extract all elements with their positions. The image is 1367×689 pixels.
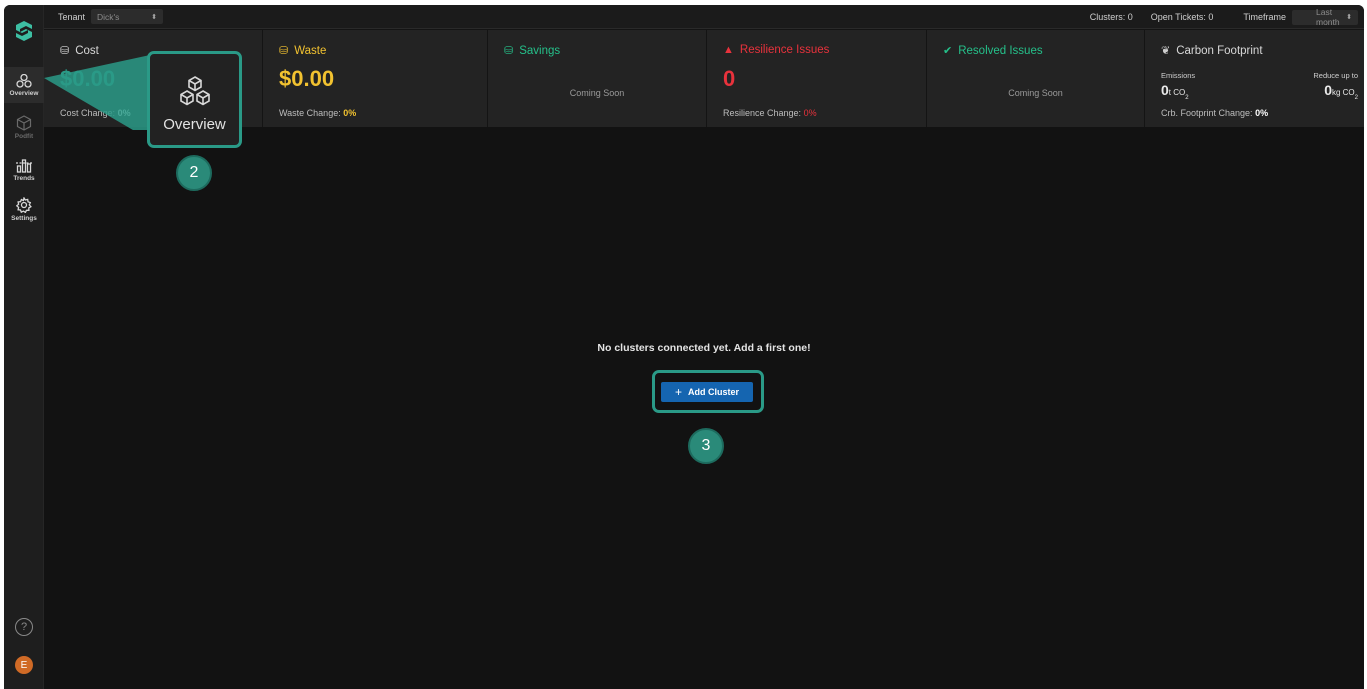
top-bar: Tenant Dick's ⬍ Clusters: 0 Open Tickets… xyxy=(44,5,1364,29)
card-title: ⛁ Waste xyxy=(279,44,327,58)
change-value: 0% xyxy=(1255,108,1269,118)
leaf-icon: ❦ xyxy=(1161,45,1171,57)
waste-change: Waste Change: 0% xyxy=(279,108,356,118)
resilience-value: 0 xyxy=(723,66,736,91)
open-tickets-count: Open Tickets: 0 xyxy=(1150,12,1214,22)
timeframe-label: Timeframe xyxy=(1243,12,1286,22)
empty-state-message: No clusters connected yet. Add a first o… xyxy=(597,342,811,354)
carbon-change: Crb. Footprint Change: 0% xyxy=(1161,108,1268,118)
savings-coming-soon: Coming Soon xyxy=(569,88,625,98)
warning-icon: ▲ xyxy=(723,44,734,56)
timeframe-select-value: Last month xyxy=(1316,7,1340,27)
card-title: ✔ Resolved Issues xyxy=(943,44,1043,58)
reduce-number: 0 xyxy=(1324,82,1332,98)
change-value: 0% xyxy=(803,108,817,118)
waste-card: ⛁ Waste $0.00 Waste Change: 0% xyxy=(263,30,488,127)
settings-icon xyxy=(16,196,32,213)
select-arrows-icon: ⬍ xyxy=(1346,14,1352,21)
timeframe-select[interactable]: Last month ⬍ xyxy=(1292,7,1358,27)
emissions-unit: t CO xyxy=(1168,88,1186,97)
resolved-coming-soon: Coming Soon xyxy=(1008,88,1063,98)
resilience-card: ▲ Resilience Issues 0 Resilience Change:… xyxy=(707,30,927,127)
resolved-card: ✔ Resolved Issues Coming Soon xyxy=(927,30,1145,127)
step-badge-2: 2 xyxy=(176,155,212,191)
zoom-callout-label: Overview xyxy=(163,116,226,133)
card-title-text: Waste xyxy=(294,44,327,57)
card-title-text: Savings xyxy=(519,44,561,57)
check-circle-icon: ✔ xyxy=(943,45,953,57)
card-title: ⛁ Savings xyxy=(504,44,561,58)
top-bar-stats: Clusters: 0 Open Tickets: 0 Timeframe La… xyxy=(1072,5,1358,29)
savings-card: ⛁ Savings Coming Soon xyxy=(488,30,707,127)
stat-cards: ⛁ Cost $0.00 Cost Change: 0% ⛁ Waste $0.… xyxy=(44,30,1364,127)
clusters-count: Clusters: 0 xyxy=(1089,12,1133,22)
user-avatar[interactable]: E xyxy=(15,656,33,674)
reduce-label: Reduce up to xyxy=(1313,71,1358,80)
coins-icon: ⛁ xyxy=(279,45,289,57)
reduce-subscript: 2 xyxy=(1354,94,1358,101)
sidebar-item-settings[interactable]: Settings xyxy=(4,191,44,227)
trends-icon xyxy=(16,158,32,173)
change-label: Waste Change: xyxy=(279,108,341,118)
change-label: Resilience Change: xyxy=(723,108,802,118)
waste-value: $0.00 xyxy=(279,66,335,91)
emissions-label: Emissions xyxy=(1161,71,1196,80)
card-title: ▲ Resilience Issues xyxy=(723,44,829,56)
callout-pointer xyxy=(44,55,150,130)
sidebar-item-label: Settings xyxy=(11,214,37,222)
resilience-change: Resilience Change: 0% xyxy=(723,108,817,118)
step-badge-3: 3 xyxy=(688,428,724,464)
reduce-unit: kg CO xyxy=(1331,88,1355,97)
overview-zoom-callout: Overview xyxy=(147,51,242,148)
reduce-value: 0kg CO2 xyxy=(1324,82,1358,101)
sidebar-item-label: Trends xyxy=(13,174,35,182)
screenshot-frame: Overview Podfit Trends Settings ? E Tena… xyxy=(0,0,1367,689)
overview-icon xyxy=(179,76,210,106)
card-title-text: Resolved Issues xyxy=(958,44,1043,57)
add-cluster-highlight xyxy=(652,370,764,413)
carbon-card: ❦ Carbon Footprint Emissions 0t CO2 Redu… xyxy=(1145,30,1364,127)
card-title-text: Carbon Footprint xyxy=(1176,44,1263,57)
help-icon[interactable]: ? xyxy=(15,618,33,636)
card-title: ❦ Carbon Footprint xyxy=(1161,44,1263,58)
card-title-text: Resilience Issues xyxy=(739,44,830,56)
sidebar-item-trends[interactable]: Trends xyxy=(4,151,44,187)
change-label: Crb. Footprint Change: xyxy=(1161,108,1253,118)
emissions-number: 0 xyxy=(1161,82,1169,98)
emissions-value: 0t CO2 xyxy=(1161,82,1189,101)
emissions-subscript: 2 xyxy=(1185,94,1189,101)
change-value: 0% xyxy=(343,108,357,118)
sidebar-item-label: Podfit xyxy=(14,132,34,140)
coins-icon: ⛁ xyxy=(504,45,514,57)
